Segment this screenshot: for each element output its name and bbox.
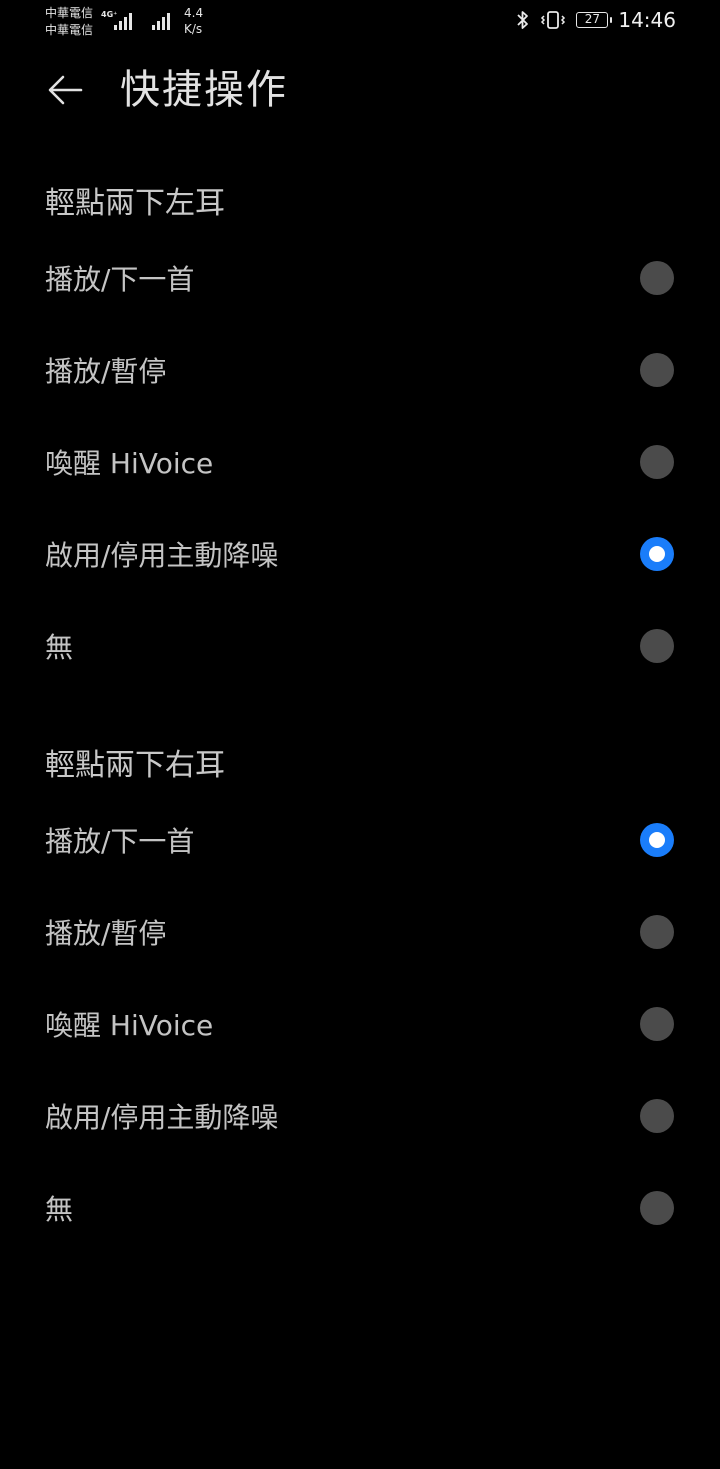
option-label: 播放/暫停 xyxy=(45,355,167,388)
option-label: 喚醒 HiVoice xyxy=(45,1009,214,1042)
option-left-play-pause[interactable]: 播放/暫停 xyxy=(0,324,720,416)
left-ear-section: 輕點兩下左耳 播放/下一首 播放/暫停 喚醒 HiVoice 啟用/停用主動降噪… xyxy=(0,176,720,692)
carrier-name-2: 中華電信 xyxy=(45,23,94,37)
arrow-left-icon xyxy=(48,75,83,105)
radio-button[interactable] xyxy=(640,915,674,949)
option-label: 無 xyxy=(45,1193,74,1226)
radio-button[interactable] xyxy=(640,1007,674,1041)
section-title-right-ear: 輕點兩下右耳 xyxy=(45,748,225,783)
section-title-left-ear: 輕點兩下左耳 xyxy=(45,186,225,221)
option-label: 播放/下一首 xyxy=(45,263,195,296)
network-speed: 4.4 K/s xyxy=(184,5,203,37)
option-label: 啟用/停用主動降噪 xyxy=(45,1101,279,1134)
radio-button-selected[interactable] xyxy=(640,823,674,857)
vibrate-icon xyxy=(540,10,566,30)
right-ear-section: 輕點兩下右耳 播放/下一首 播放/暫停 喚醒 HiVoice 啟用/停用主動降噪… xyxy=(0,738,720,1254)
option-left-none[interactable]: 無 xyxy=(0,600,720,692)
network-speed-value: 4.4 xyxy=(184,6,204,20)
signal-icon xyxy=(114,12,132,30)
page-title: 快捷操作 xyxy=(120,67,288,113)
radio-button[interactable] xyxy=(640,1099,674,1133)
radio-button-selected[interactable] xyxy=(640,537,674,571)
radio-button[interactable] xyxy=(640,1191,674,1225)
option-label: 播放/暫停 xyxy=(45,917,167,950)
clock: 14:46 xyxy=(618,8,676,32)
option-right-anc-toggle[interactable]: 啟用/停用主動降噪 xyxy=(0,1070,720,1162)
option-left-hivoice[interactable]: 喚醒 HiVoice xyxy=(0,416,720,508)
option-label: 無 xyxy=(45,631,74,664)
carrier-info: 中華電信 中華電信 xyxy=(45,5,93,39)
radio-button[interactable] xyxy=(640,629,674,663)
option-label: 啟用/停用主動降噪 xyxy=(45,539,279,572)
back-button[interactable] xyxy=(40,66,90,114)
radio-button[interactable] xyxy=(640,261,674,295)
bluetooth-icon xyxy=(516,10,530,30)
battery-icon: 27 xyxy=(576,12,613,28)
option-left-play-next[interactable]: 播放/下一首 xyxy=(0,232,720,324)
option-label: 喚醒 HiVoice xyxy=(45,447,214,480)
radio-button[interactable] xyxy=(640,353,674,387)
app-header: 快捷操作 xyxy=(0,48,720,132)
status-right-group: 27 14:46 xyxy=(516,8,676,32)
status-bar: 中華電信 中華電信 4G⁺ 4.4 K/s 27 14:46 xyxy=(0,0,720,44)
option-right-play-next[interactable]: 播放/下一首 xyxy=(0,794,720,886)
option-right-none[interactable]: 無 xyxy=(0,1162,720,1254)
carrier-name-1: 中華電信 xyxy=(45,6,94,20)
option-label: 播放/下一首 xyxy=(45,825,195,858)
network-speed-unit: K/s xyxy=(184,22,203,36)
option-right-play-pause[interactable]: 播放/暫停 xyxy=(0,886,720,978)
option-right-hivoice[interactable]: 喚醒 HiVoice xyxy=(0,978,720,1070)
radio-button[interactable] xyxy=(640,445,674,479)
signal-icon xyxy=(152,12,170,30)
option-left-anc-toggle[interactable]: 啟用/停用主動降噪 xyxy=(0,508,720,600)
